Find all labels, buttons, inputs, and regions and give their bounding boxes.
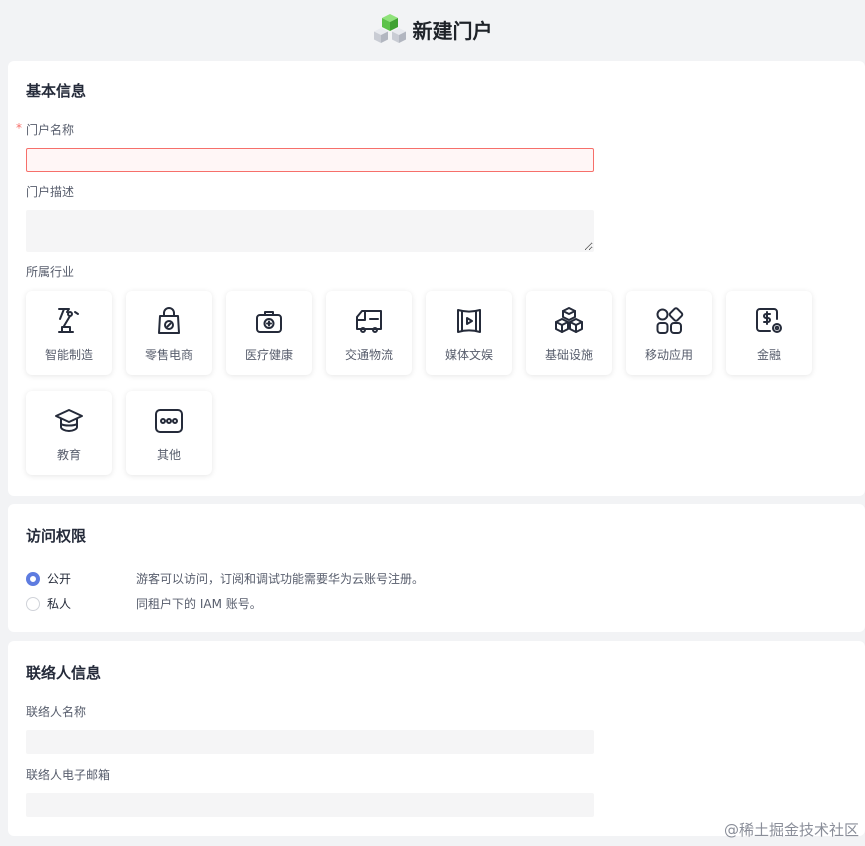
industry-tile-label: 智能制造 <box>44 348 93 362</box>
industry-tile-media[interactable]: 媒体文娱 <box>426 291 512 375</box>
medical-kit-icon <box>256 311 282 333</box>
contact-card: 联络人信息 联络人名称 联络人电子邮箱 <box>8 641 865 836</box>
portal-name-input[interactable] <box>26 148 594 172</box>
industry-tile-label: 零售电商 <box>144 348 193 362</box>
cubes-icon <box>555 307 583 333</box>
industry-tile-label: 金融 <box>756 348 781 362</box>
truck-icon <box>356 310 382 333</box>
portal-desc-textarea[interactable] <box>26 210 594 252</box>
access-title: 访问权限 <box>26 527 87 545</box>
required-mark: * <box>16 121 22 135</box>
industry-tile-manufacturing[interactable]: 智能制造 <box>26 291 112 375</box>
radio-private[interactable] <box>26 596 40 611</box>
access-option-private[interactable]: 私人 <box>26 595 71 612</box>
access-option-label: 私人 <box>47 597 72 611</box>
industry-tile-label: 教育 <box>56 448 81 462</box>
basic-info-title: 基本信息 <box>26 82 87 100</box>
contact-name-label: 联络人名称 <box>26 705 87 719</box>
shopping-bag-icon <box>158 307 180 334</box>
access-option-public[interactable]: 公开 <box>26 570 71 587</box>
robot-arm-icon <box>58 308 79 333</box>
more-dots-icon <box>155 409 183 433</box>
watermark: @稀土掘金技术社区 <box>723 821 859 839</box>
portal-name-label-text: 门户名称 <box>26 123 75 137</box>
radio-public[interactable] <box>26 571 40 586</box>
contact-email-input[interactable] <box>26 793 594 817</box>
contact-email-label: 联络人电子邮箱 <box>26 768 111 782</box>
industry-tile-label: 基础设施 <box>544 348 593 362</box>
industry-tile-logistics[interactable]: 交通物流 <box>326 291 412 375</box>
media-play-icon <box>457 309 481 333</box>
page-title: 新建门户 <box>412 18 493 43</box>
portal-desc-label: 门户描述 <box>26 185 75 199</box>
industry-tile-infrastructure[interactable]: 基础设施 <box>526 291 612 375</box>
basic-info-card: 基本信息 * 门户名称 门户描述 所属行业 智能制造 零售电商 医疗健康 交通物… <box>8 61 865 496</box>
cube-stack-icon <box>373 14 406 43</box>
graduation-cap-icon <box>55 409 83 432</box>
portal-name-label: * 门户名称 <box>16 121 75 138</box>
contact-title: 联络人信息 <box>26 664 102 682</box>
access-option-desc: 游客可以访问，订阅和调试功能需要华为云账号注册。 <box>136 572 425 586</box>
industry-tile-medical[interactable]: 医疗健康 <box>226 291 312 375</box>
industry-tile-label: 医疗健康 <box>244 348 293 362</box>
industry-tile-label: 其他 <box>156 448 181 462</box>
page-header: 新建门户 <box>0 0 865 58</box>
industry-tile-education[interactable]: 教育 <box>26 391 112 475</box>
industry-tile-retail[interactable]: 零售电商 <box>126 291 212 375</box>
industry-label: 所属行业 <box>26 265 75 279</box>
industry-tile-finance[interactable]: 金融 <box>726 291 812 375</box>
finance-icon <box>756 308 782 333</box>
access-option-desc: 同租户下的 IAM 账号。 <box>136 597 262 611</box>
contact-name-input[interactable] <box>26 730 594 754</box>
industry-tile-label: 移动应用 <box>644 348 693 362</box>
industry-tile-label: 交通物流 <box>344 348 393 362</box>
industry-tile-other[interactable]: 其他 <box>126 391 212 475</box>
industry-tile-label: 媒体文娱 <box>444 348 493 362</box>
access-option-label: 公开 <box>47 572 72 586</box>
access-card: 访问权限 公开 游客可以访问，订阅和调试功能需要华为云账号注册。 私人 同租户下… <box>8 504 865 632</box>
industry-tile-mobile-app[interactable]: 移动应用 <box>626 291 712 375</box>
app-grid-icon <box>656 307 684 334</box>
